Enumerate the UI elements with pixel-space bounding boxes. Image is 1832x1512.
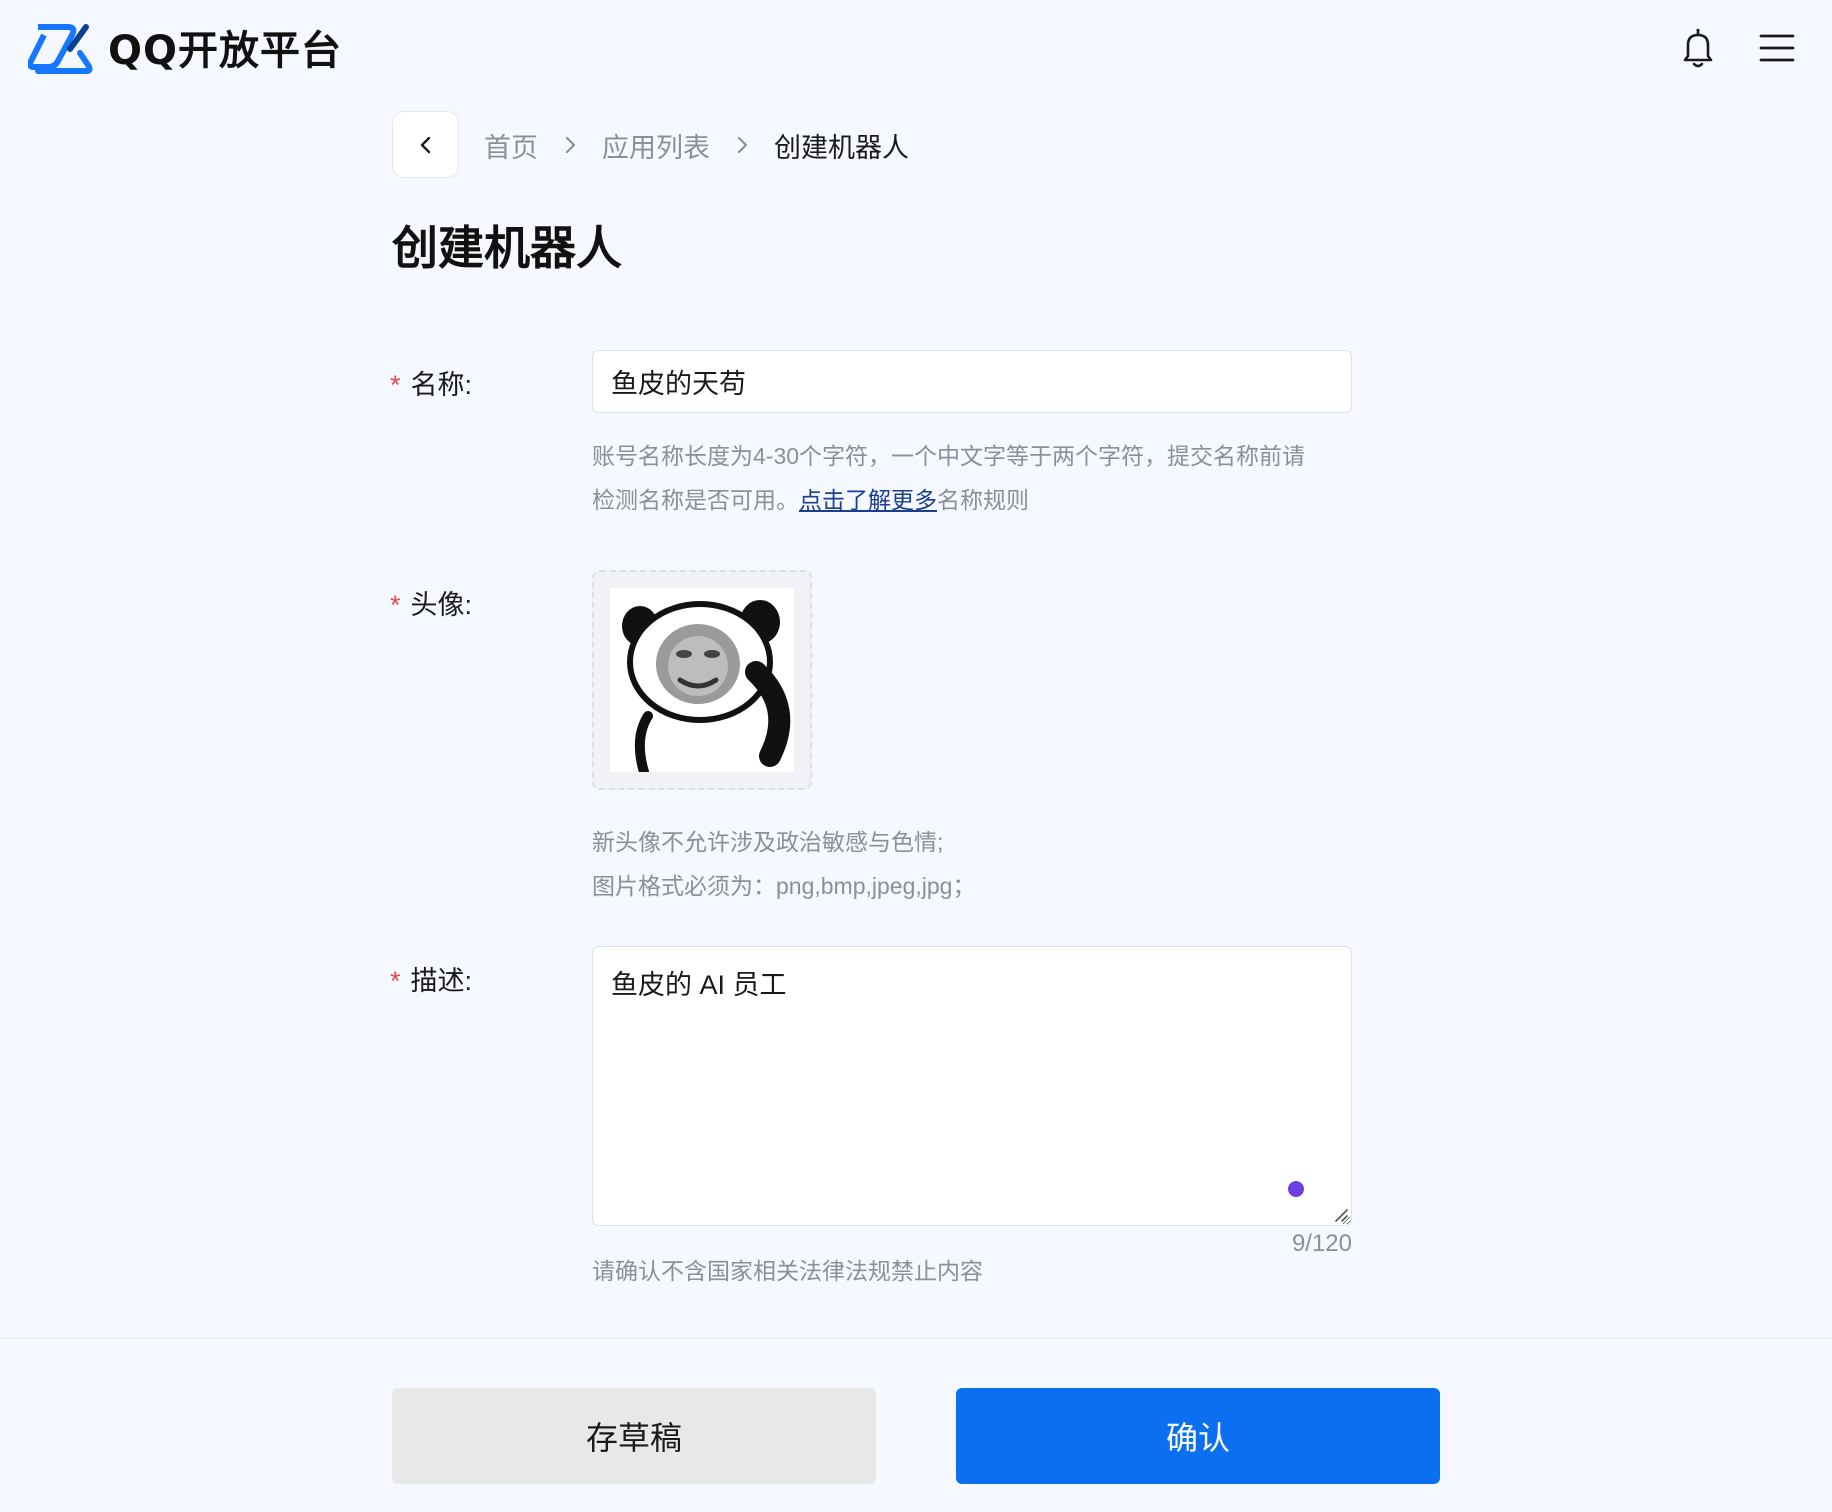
footer-divider — [0, 1338, 1832, 1339]
breadcrumb-current: 创建机器人 — [774, 132, 909, 163]
avatar-image — [610, 588, 794, 772]
chevron-right-icon — [737, 136, 748, 154]
bell-icon[interactable] — [1676, 26, 1720, 70]
confirm-button[interactable]: 确认 — [956, 1388, 1440, 1484]
name-hint-prefix: 检测名称是否可用。 — [592, 487, 799, 513]
required-mark: * — [390, 370, 401, 400]
name-label-text: 名称: — [410, 370, 473, 400]
name-hint-line1: 账号名称长度为4-30个字符，一个中文字等于两个字符，提交名称前请 — [592, 443, 1306, 469]
hamburger-menu-icon[interactable] — [1755, 26, 1799, 70]
name-input[interactable] — [592, 350, 1352, 413]
save-draft-button[interactable]: 存草稿 — [392, 1388, 876, 1484]
create-bot-page: QQ开放平台 首页 应用列表 创建机器人 创建机器人 *名称: 账号名称长度 — [0, 0, 1832, 1512]
char-counter: 9/120 — [1291, 1230, 1352, 1257]
avatar-hint-line1: 新头像不允许涉及政治敏感与色情; — [592, 829, 944, 855]
cursor-dot — [1288, 1181, 1304, 1197]
avatar-label-text: 头像: — [410, 590, 473, 620]
name-label: * 名称: — [390, 363, 472, 402]
breadcrumb-app-list[interactable]: 应用列表 — [602, 126, 710, 165]
chevron-right-icon — [565, 136, 576, 154]
name-hint: 账号名称长度为4-30个字符，一个中文字等于两个字符，提交名称前请 检测名称是否… — [592, 434, 1305, 522]
description-hint: 请确认不含国家相关法律法规禁止内容 — [592, 1258, 983, 1284]
learn-more-link[interactable]: 点击了解更多 — [799, 487, 937, 513]
required-mark: * — [390, 590, 401, 620]
description-label-text: 描述: — [410, 966, 473, 996]
name-hint-suffix: 名称规则 — [937, 487, 1029, 513]
chevron-left-icon — [420, 136, 430, 153]
description-label: * 描述: — [390, 959, 472, 998]
breadcrumb: 首页 应用列表 创建机器人 — [484, 124, 909, 166]
avatar-label: * 头像: — [390, 583, 472, 622]
qq-open-platform-logo — [28, 24, 93, 74]
page-title: 创建机器人 — [392, 222, 622, 274]
avatar-hint: 新头像不允许涉及政治敏感与色情; 图片格式必须为：png,bmp,jpeg,jp… — [592, 820, 975, 908]
back-button[interactable] — [392, 111, 459, 178]
brand-logo[interactable]: QQ开放平台 — [28, 18, 342, 76]
brand-name: QQ开放平台 — [108, 28, 343, 74]
avatar-upload[interactable] — [592, 570, 812, 790]
breadcrumb-home[interactable]: 首页 — [484, 126, 538, 165]
description-textarea[interactable]: 鱼皮的 AI 员工 — [592, 946, 1352, 1226]
required-mark: * — [390, 966, 401, 996]
resize-handle-icon[interactable] — [1332, 1206, 1348, 1222]
name-hint-line2: 检测名称是否可用。点击了解更多名称规则 — [592, 478, 1305, 522]
avatar-hint-line2: 图片格式必须为：png,bmp,jpeg,jpg； — [592, 873, 976, 899]
top-header: QQ开放平台 — [0, 0, 1832, 96]
